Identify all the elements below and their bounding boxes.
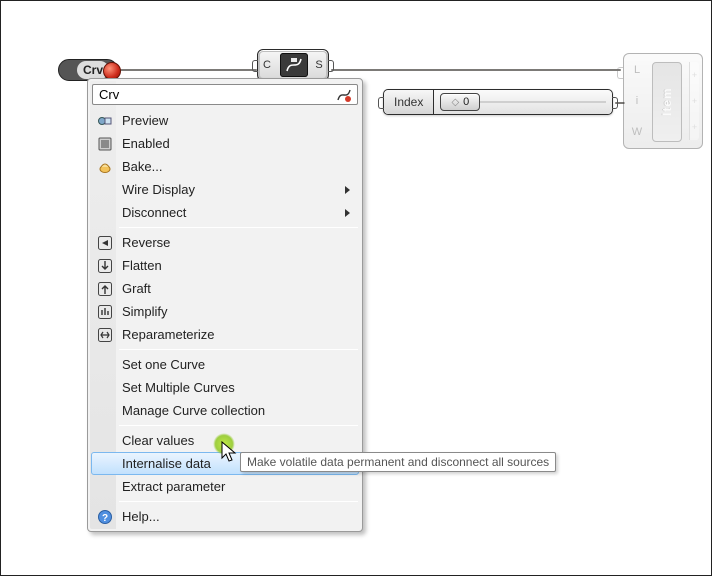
menu-item-label: Reverse: [122, 235, 170, 250]
menu-item-label: Enabled: [122, 136, 170, 151]
blank-icon: [97, 479, 113, 495]
curve-component[interactable]: C S: [257, 49, 329, 81]
menu-item-preview[interactable]: Preview: [91, 109, 359, 132]
menu-item-simplify[interactable]: Simplify: [91, 300, 359, 323]
blank-icon: [97, 456, 113, 472]
svg-text:?: ?: [102, 513, 108, 524]
curve-param-icon: [336, 87, 352, 103]
index-slider-handle[interactable]: 0: [440, 93, 480, 111]
blank-icon: [97, 380, 113, 396]
menu-item-wiredisplay[interactable]: Wire Display: [91, 178, 359, 201]
simplify-icon: [97, 304, 113, 320]
menu-item-clear[interactable]: Clear values: [91, 429, 359, 452]
menu-item-label: Set Multiple Curves: [122, 380, 235, 395]
menu-separator: [119, 501, 358, 502]
list-item-input-W[interactable]: W: [628, 126, 646, 138]
menu-item-label: Help...: [122, 509, 160, 524]
menu-item-disconnect[interactable]: Disconnect: [91, 201, 359, 224]
submenu-arrow-icon: [345, 186, 350, 194]
wire: [331, 69, 621, 71]
preview-icon: [97, 113, 113, 129]
index-slider-label: Index: [384, 90, 434, 114]
menu-item-label: Extract parameter: [122, 479, 225, 494]
menu-item-reverse[interactable]: Reverse: [91, 231, 359, 254]
index-slider-track[interactable]: 0: [434, 90, 612, 114]
curve-component-input-port[interactable]: C: [260, 57, 274, 73]
menu-item-setone[interactable]: Set one Curve: [91, 353, 359, 376]
menu-item-help[interactable]: ? Help...: [91, 505, 359, 528]
menu-item-label: Reparameterize: [122, 327, 215, 342]
menu-item-label: Manage Curve collection: [122, 403, 265, 418]
menu-item-label: Bake...: [122, 159, 162, 174]
context-menu-search[interactable]: [92, 84, 358, 105]
menu-item-label: Simplify: [122, 304, 168, 319]
menu-item-graft[interactable]: Graft: [91, 277, 359, 300]
curve-component-icon: [280, 53, 308, 77]
tooltip: Make volatile data permanent and disconn…: [240, 452, 556, 472]
menu-item-bake[interactable]: Bake...: [91, 155, 359, 178]
menu-item-managecoll[interactable]: Manage Curve collection: [91, 399, 359, 422]
menu-item-label: Disconnect: [122, 205, 186, 220]
menu-item-label: Flatten: [122, 258, 162, 273]
reparam-icon: [97, 327, 113, 343]
index-slider[interactable]: Index 0: [383, 89, 613, 115]
menu-item-label: Internalise data: [122, 456, 211, 471]
menu-item-label: Preview: [122, 113, 168, 128]
reverse-icon: [97, 235, 113, 251]
menu-item-label: Clear values: [122, 433, 194, 448]
menu-item-flatten[interactable]: Flatten: [91, 254, 359, 277]
menu-item-reparam[interactable]: Reparameterize: [91, 323, 359, 346]
context-menu-search-input[interactable]: [92, 84, 358, 105]
menu-item-extract[interactable]: Extract parameter: [91, 475, 359, 498]
flatten-icon: [97, 258, 113, 274]
menu-item-enabled[interactable]: Enabled: [91, 132, 359, 155]
graft-icon: [97, 281, 113, 297]
list-item-title: Item: [652, 62, 682, 142]
blank-icon: [97, 433, 113, 449]
menu-item-setmulti[interactable]: Set Multiple Curves: [91, 376, 359, 399]
enabled-icon: [97, 136, 113, 152]
list-item-input-L[interactable]: L: [628, 64, 646, 76]
menu-separator: [119, 349, 358, 350]
help-icon: ?: [97, 509, 113, 525]
blank-icon: [97, 403, 113, 419]
menu-separator: [119, 425, 358, 426]
wire: [117, 69, 257, 71]
blank-icon: [97, 182, 113, 198]
curve-component-output-port[interactable]: S: [312, 57, 326, 73]
bake-icon: [97, 159, 113, 175]
list-item-input-i[interactable]: i: [628, 95, 646, 107]
submenu-arrow-icon: [345, 209, 350, 217]
blank-icon: [97, 357, 113, 373]
menu-separator: [119, 227, 358, 228]
blank-icon: [97, 205, 113, 221]
menu-item-label: Wire Display: [122, 182, 195, 197]
list-item-component[interactable]: L i W Item +++: [623, 53, 703, 149]
menu-item-label: Set one Curve: [122, 357, 205, 372]
menu-item-label: Graft: [122, 281, 151, 296]
